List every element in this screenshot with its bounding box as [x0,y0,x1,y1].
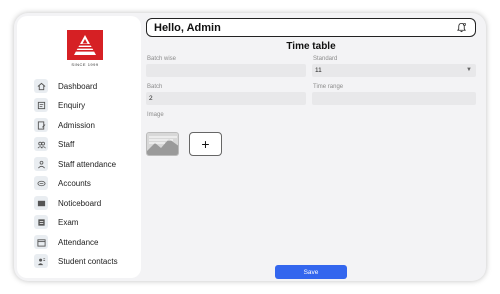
enquiry-icon [34,98,48,112]
sidebar-item-label: Accounts [58,178,91,188]
page-title: Time table [286,41,336,52]
top-header: Hello, Admin [146,18,476,37]
greeting-text: Hello, Admin [154,21,221,34]
noticeboard-icon [34,196,48,210]
sidebar-item-dashboard[interactable]: Dashboard [34,78,139,94]
sidebar-item-attendance[interactable]: Attendance [34,234,139,250]
standard-value: 11 [315,67,322,74]
sidebar-item-enquiry[interactable]: Enquiry [34,97,139,113]
batch-field[interactable]: 2 [146,92,306,105]
standard-label: Standard [313,56,338,62]
sidebar-item-admission[interactable]: Admission [34,117,139,133]
sidebar-item-label: Admission [58,120,95,130]
home-icon [34,79,48,93]
standard-select[interactable]: 11 ▼ [312,64,476,77]
accounts-icon [34,176,48,190]
chevron-down-icon: ▼ [466,67,472,73]
add-image-button[interactable]: + [189,132,222,156]
notification-bell-icon[interactable] [456,22,467,33]
sidebar-item-exam[interactable]: Exam [34,214,139,230]
sidebar-item-label: Noticeboard [58,198,102,208]
sidebar-item-noticeboard[interactable]: Noticeboard [34,195,139,211]
time-range-label: Time range [313,84,344,90]
time-range-field[interactable] [312,92,476,105]
batch-label: Batch [147,84,163,90]
sidebar-item-label: Staff [58,139,75,149]
image-thumbnail[interactable] [146,132,179,156]
batch-wise-label: Batch wise [147,56,177,62]
admission-icon [34,118,48,132]
attendance-icon [34,235,48,249]
image-label: Image [147,112,164,118]
sidebar-item-label: Student contacts [58,256,118,266]
brand-logo: SINCE 1999 [67,30,103,70]
logo-mark [67,30,103,60]
sidebar-item-staff-attendance[interactable]: Staff attendance [34,156,139,172]
staff-attendance-icon [34,157,48,171]
batch-wise-field[interactable] [146,64,306,77]
sidebar-item-label: Dashboard [58,81,98,91]
app-frame: SINCE 1999 Dashboard Enquiry Admission S… [14,13,486,281]
triangle-logo-icon [74,35,96,55]
sidebar-item-label: Exam [58,217,79,227]
exam-icon [34,215,48,229]
sidebar-item-label: Attendance [58,237,99,247]
main-content: Hello, Admin Time table Batch wise Stand… [146,18,482,279]
sidebar-item-staff[interactable]: Staff [34,136,139,152]
sidebar-item-label: Staff attendance [58,159,117,169]
sidebar-item-accounts[interactable]: Accounts [34,175,139,191]
sidebar-item-label: Enquiry [58,100,86,110]
sidebar-item-student-contacts[interactable]: Student contacts [34,253,139,269]
contacts-icon [34,254,48,268]
save-button[interactable]: Save [275,265,347,279]
staff-icon [34,137,48,151]
logo-caption: SINCE 1999 [71,62,99,67]
sidebar: SINCE 1999 Dashboard Enquiry Admission S… [17,16,141,278]
